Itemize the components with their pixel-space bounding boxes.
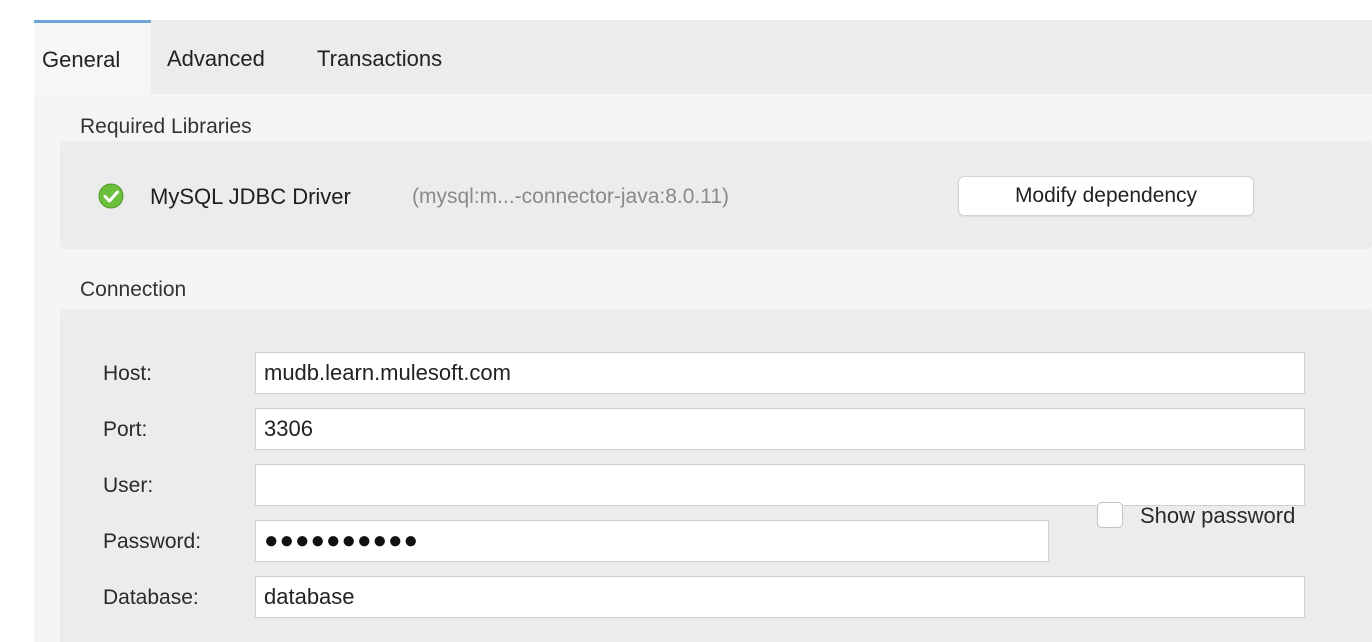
host-input[interactable]: mudb.learn.mulesoft.com <box>255 352 1305 394</box>
database-config-window: General Advanced Transactions Required L… <box>34 20 1372 642</box>
required-libraries-title: Required Libraries <box>80 115 252 138</box>
user-label: User: <box>103 474 154 497</box>
show-password-checkbox[interactable] <box>1097 502 1123 528</box>
database-label: Database: <box>103 586 199 609</box>
modify-dependency-button[interactable]: Modify dependency <box>958 176 1254 216</box>
password-input[interactable]: ●●●●●●●●●● <box>255 520 1049 562</box>
driver-name: MySQL JDBC Driver <box>150 184 351 209</box>
password-label: Password: <box>103 530 202 553</box>
tab-advanced[interactable]: Advanced <box>167 20 265 94</box>
check-circle-icon <box>98 183 124 209</box>
required-libraries-panel: MySQL JDBC Driver (mysql:m...-connector-… <box>60 141 1372 249</box>
host-label: Host: <box>103 362 153 385</box>
driver-coordinates: (mysql:m...-connector-java:8.0.11) <box>412 185 730 208</box>
user-input[interactable] <box>255 464 1305 506</box>
database-input[interactable]: database <box>255 576 1305 618</box>
port-label: Port: <box>103 418 148 441</box>
connection-panel: Host: mudb.learn.mulesoft.com Port: 3306… <box>60 309 1372 642</box>
tab-transactions[interactable]: Transactions <box>317 20 442 94</box>
tab-bar: General Advanced Transactions <box>34 20 1372 94</box>
port-input[interactable]: 3306 <box>255 408 1305 450</box>
show-password-label[interactable]: Show password <box>1140 503 1295 529</box>
tab-general[interactable]: General <box>34 20 151 94</box>
connection-title: Connection <box>80 278 187 301</box>
